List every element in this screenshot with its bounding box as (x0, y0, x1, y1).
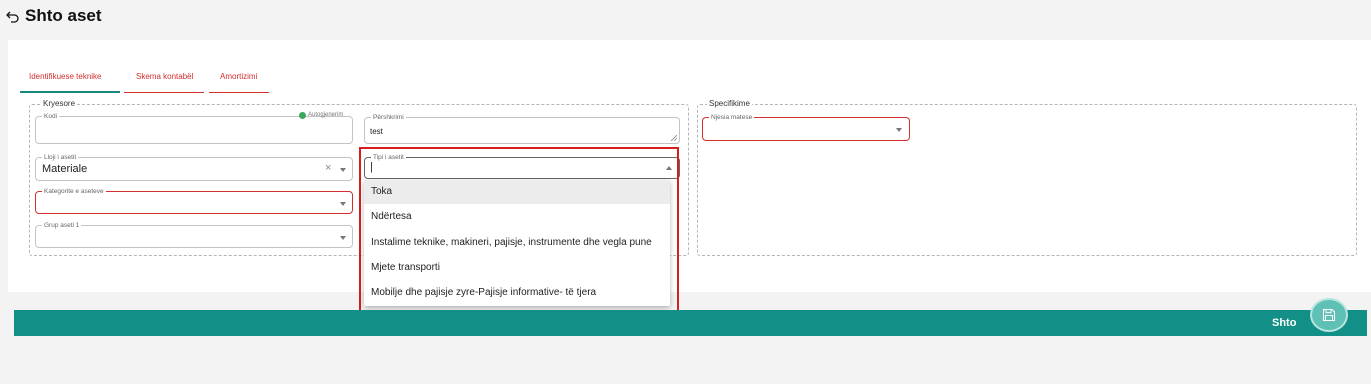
dropdown-option-mjete-transporti[interactable]: Mjete transporti (364, 256, 670, 280)
grup-aseti-label: Grup aseti 1 (42, 221, 82, 230)
dropdown-option-instalime[interactable]: Instalime teknike, makineri, pajisje, in… (364, 231, 670, 255)
chevron-down-icon[interactable] (340, 168, 346, 172)
njesia-matese-select[interactable]: Njesia matese (702, 113, 910, 141)
tab-amortizimi[interactable]: Amortizimi (220, 72, 257, 81)
shto-button-label[interactable]: Shto (1272, 317, 1296, 329)
page-title: Shto aset (25, 6, 102, 25)
action-bar (14, 310, 1367, 336)
chevron-down-icon[interactable] (896, 128, 902, 132)
tab-underline (124, 92, 204, 93)
tab-underline (209, 92, 269, 93)
tab-indicator-active (20, 91, 120, 93)
resize-grip-icon[interactable] (671, 135, 677, 141)
dropdown-option-toka[interactable]: Toka (364, 180, 670, 204)
dropdown-option-ndertesa[interactable]: Ndërtesa (364, 205, 670, 229)
autogjenerim-label: Autogjenerim (308, 112, 344, 118)
lloji-select[interactable]: Lloji i asetit Materiale × (35, 153, 353, 181)
pershkrimi-value: test (370, 127, 383, 136)
lloji-label: Lloji i asetit (42, 153, 79, 162)
dropdown-option-mobilje[interactable]: Mobilje dhe pajisje zyre-Pajisje informa… (364, 281, 670, 305)
pershkrimi-textarea[interactable]: Përshkrimi test (364, 113, 680, 144)
njesia-matese-label: Njesia matese (709, 113, 755, 122)
kodi-label: Kodi (42, 112, 60, 121)
save-button[interactable] (1310, 298, 1348, 332)
lloji-value: Materiale (42, 163, 88, 175)
chevron-down-icon[interactable] (340, 236, 346, 240)
tab-identifikuese-teknike[interactable]: Identifikuese teknike (29, 72, 102, 81)
pershkrimi-label: Përshkrimi (371, 113, 406, 122)
undo-arrow-icon[interactable] (6, 9, 20, 23)
kategorite-label: Kategorite e aseteve (42, 187, 106, 196)
kryesore-legend: Kryesore (41, 99, 78, 108)
autogjenerim-toggle[interactable] (299, 112, 306, 119)
chevron-down-icon[interactable] (340, 202, 346, 206)
kodi-field[interactable]: Kodi (35, 112, 353, 144)
tab-skema-kontabel[interactable]: Skema kontabël (136, 72, 193, 81)
specifikime-legend: Specifikime (707, 99, 752, 108)
clear-icon[interactable]: × (325, 162, 331, 174)
kategorite-select[interactable]: Kategorite e aseteve (35, 187, 353, 214)
floppy-disk-icon (1322, 308, 1336, 322)
tipi-dropdown-listbox: Toka Ndërtesa Instalime teknike, makiner… (364, 180, 670, 306)
grup-aseti-select[interactable]: Grup aseti 1 (35, 221, 353, 248)
